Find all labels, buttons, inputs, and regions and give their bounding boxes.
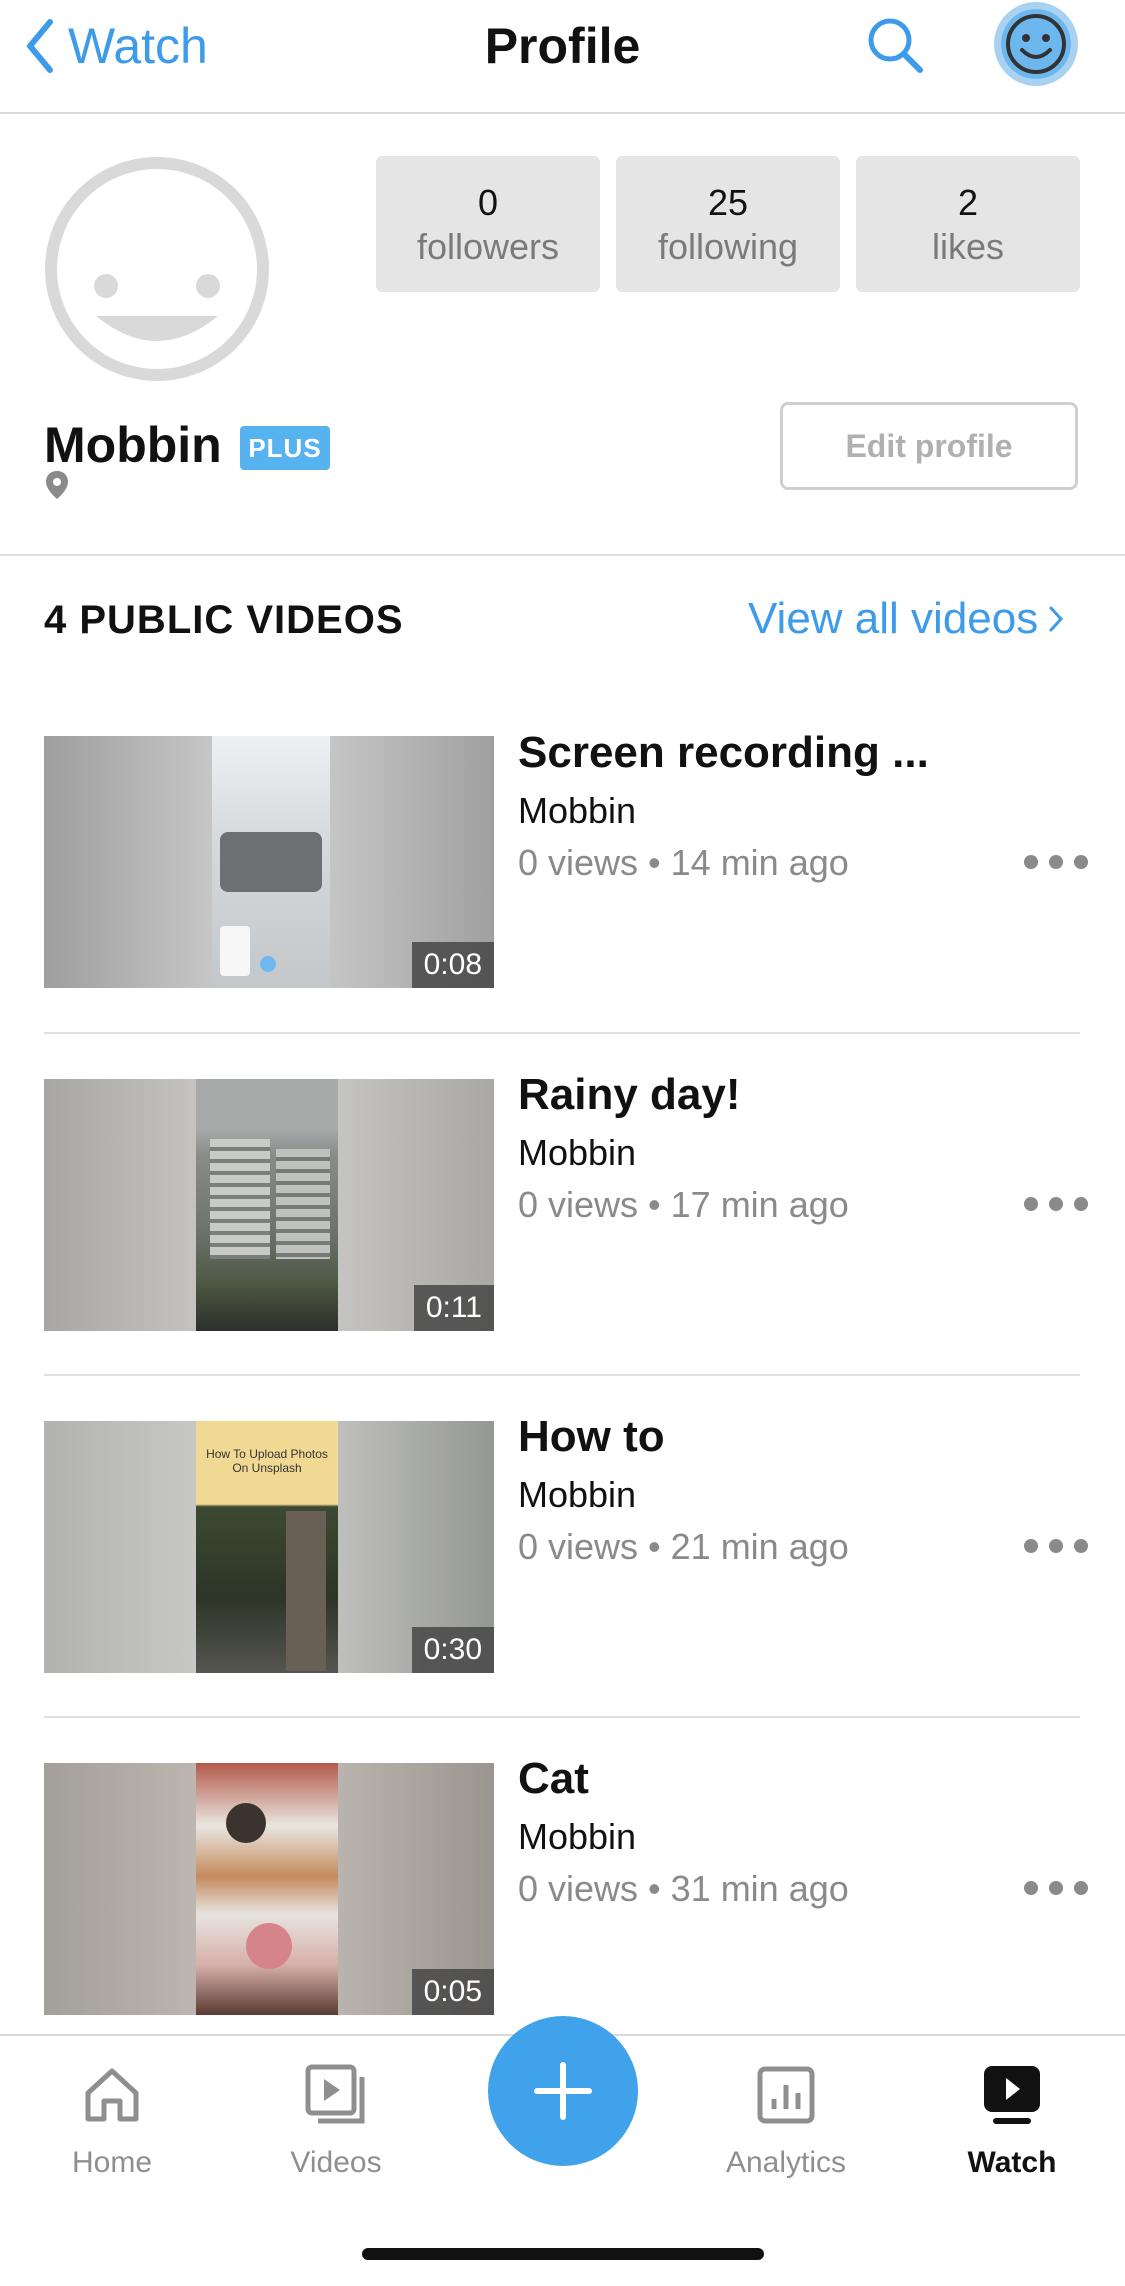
home-indicator <box>362 2248 764 2260</box>
account-avatar[interactable] <box>994 2 1078 86</box>
plus-badge: PLUS <box>240 426 330 470</box>
likes-label: likes <box>931 226 1005 267</box>
tab-watch-label: Watch <box>967 2146 1057 2179</box>
profile-name: Mobbin <box>44 417 222 473</box>
page-title: Profile <box>484 18 641 74</box>
video-meta: 0 views • 17 min ago <box>518 1184 849 1225</box>
video-title[interactable]: How to <box>518 1412 665 1462</box>
top-nav-bar: Watch Profile <box>0 0 1125 114</box>
likes-count: 2 <box>957 182 979 223</box>
add-video-button[interactable] <box>488 2016 638 2166</box>
videos-icon <box>305 2064 365 2124</box>
followers-stat[interactable]: 0 followers <box>376 156 600 292</box>
tab-watch[interactable]: Watch <box>932 2060 1092 2180</box>
more-options-icon[interactable] <box>1024 852 1088 872</box>
video-author: Mobbin <box>518 790 637 831</box>
tab-videos-label: Videos <box>290 2146 382 2179</box>
home-icon <box>85 2068 139 2122</box>
video-title[interactable]: Screen recording ... <box>518 728 929 778</box>
tab-analytics-label: Analytics <box>725 2146 847 2179</box>
followers-label: followers <box>416 226 560 267</box>
video-thumbnail[interactable]: 0:11 <box>44 1079 494 1331</box>
followers-count: 0 <box>477 182 499 223</box>
video-duration: 0:11 <box>413 1285 494 1331</box>
view-all-videos-link[interactable]: View all videos <box>748 594 1064 644</box>
smiley-face-icon <box>45 157 269 381</box>
following-stat[interactable]: 25 following <box>616 156 840 292</box>
smiley-face-icon <box>1006 14 1066 74</box>
more-options-icon[interactable] <box>1024 1194 1088 1214</box>
watch-icon <box>984 2066 1040 2124</box>
plus-icon <box>534 2062 592 2120</box>
video-meta: 0 views • 21 min ago <box>518 1526 849 1567</box>
search-icon[interactable] <box>864 14 928 78</box>
more-options-icon[interactable] <box>1024 1536 1088 1556</box>
video-duration: 0:05 <box>411 1969 494 2015</box>
video-thumbnail[interactable]: How To Upload Photos On Unsplash 0:30 <box>44 1421 494 1673</box>
row-divider <box>44 1374 1080 1376</box>
profile-avatar <box>44 156 270 382</box>
video-duration: 0:30 <box>411 1627 494 1673</box>
video-author: Mobbin <box>518 1132 637 1173</box>
video-meta: 0 views • 31 min ago <box>518 1868 849 1909</box>
video-thumbnail[interactable]: 0:05 <box>44 1763 494 2015</box>
video-thumbnail[interactable]: 0:08 <box>44 736 494 988</box>
tab-home[interactable]: Home <box>32 2060 192 2180</box>
video-author: Mobbin <box>518 1816 637 1857</box>
tab-analytics[interactable]: Analytics <box>706 2060 866 2180</box>
edit-profile-button[interactable]: Edit profile <box>780 402 1078 490</box>
view-all-label: View all videos <box>748 594 1039 643</box>
following-count: 25 <box>707 182 749 223</box>
row-divider <box>44 1032 1080 1034</box>
video-meta: 0 views • 14 min ago <box>518 842 849 883</box>
video-title[interactable]: Rainy day! <box>518 1070 741 1120</box>
row-divider <box>44 1716 1080 1718</box>
video-author: Mobbin <box>518 1474 637 1515</box>
video-title[interactable]: Cat <box>518 1754 589 1804</box>
analytics-icon <box>757 2066 815 2124</box>
section-divider <box>0 554 1125 556</box>
likes-stat[interactable]: 2 likes <box>856 156 1080 292</box>
public-videos-heading: 4 PUBLIC VIDEOS <box>44 598 404 642</box>
following-label: following <box>657 226 799 267</box>
location-pin-icon <box>44 470 70 500</box>
thumbnail-caption: How To Upload Photos On Unsplash <box>206 1447 328 1475</box>
chevron-right-icon <box>1049 606 1064 632</box>
more-options-icon[interactable] <box>1024 1878 1088 1898</box>
video-duration: 0:08 <box>411 942 494 988</box>
tab-videos[interactable]: Videos <box>256 2060 416 2180</box>
tab-home-label: Home <box>71 2146 153 2179</box>
